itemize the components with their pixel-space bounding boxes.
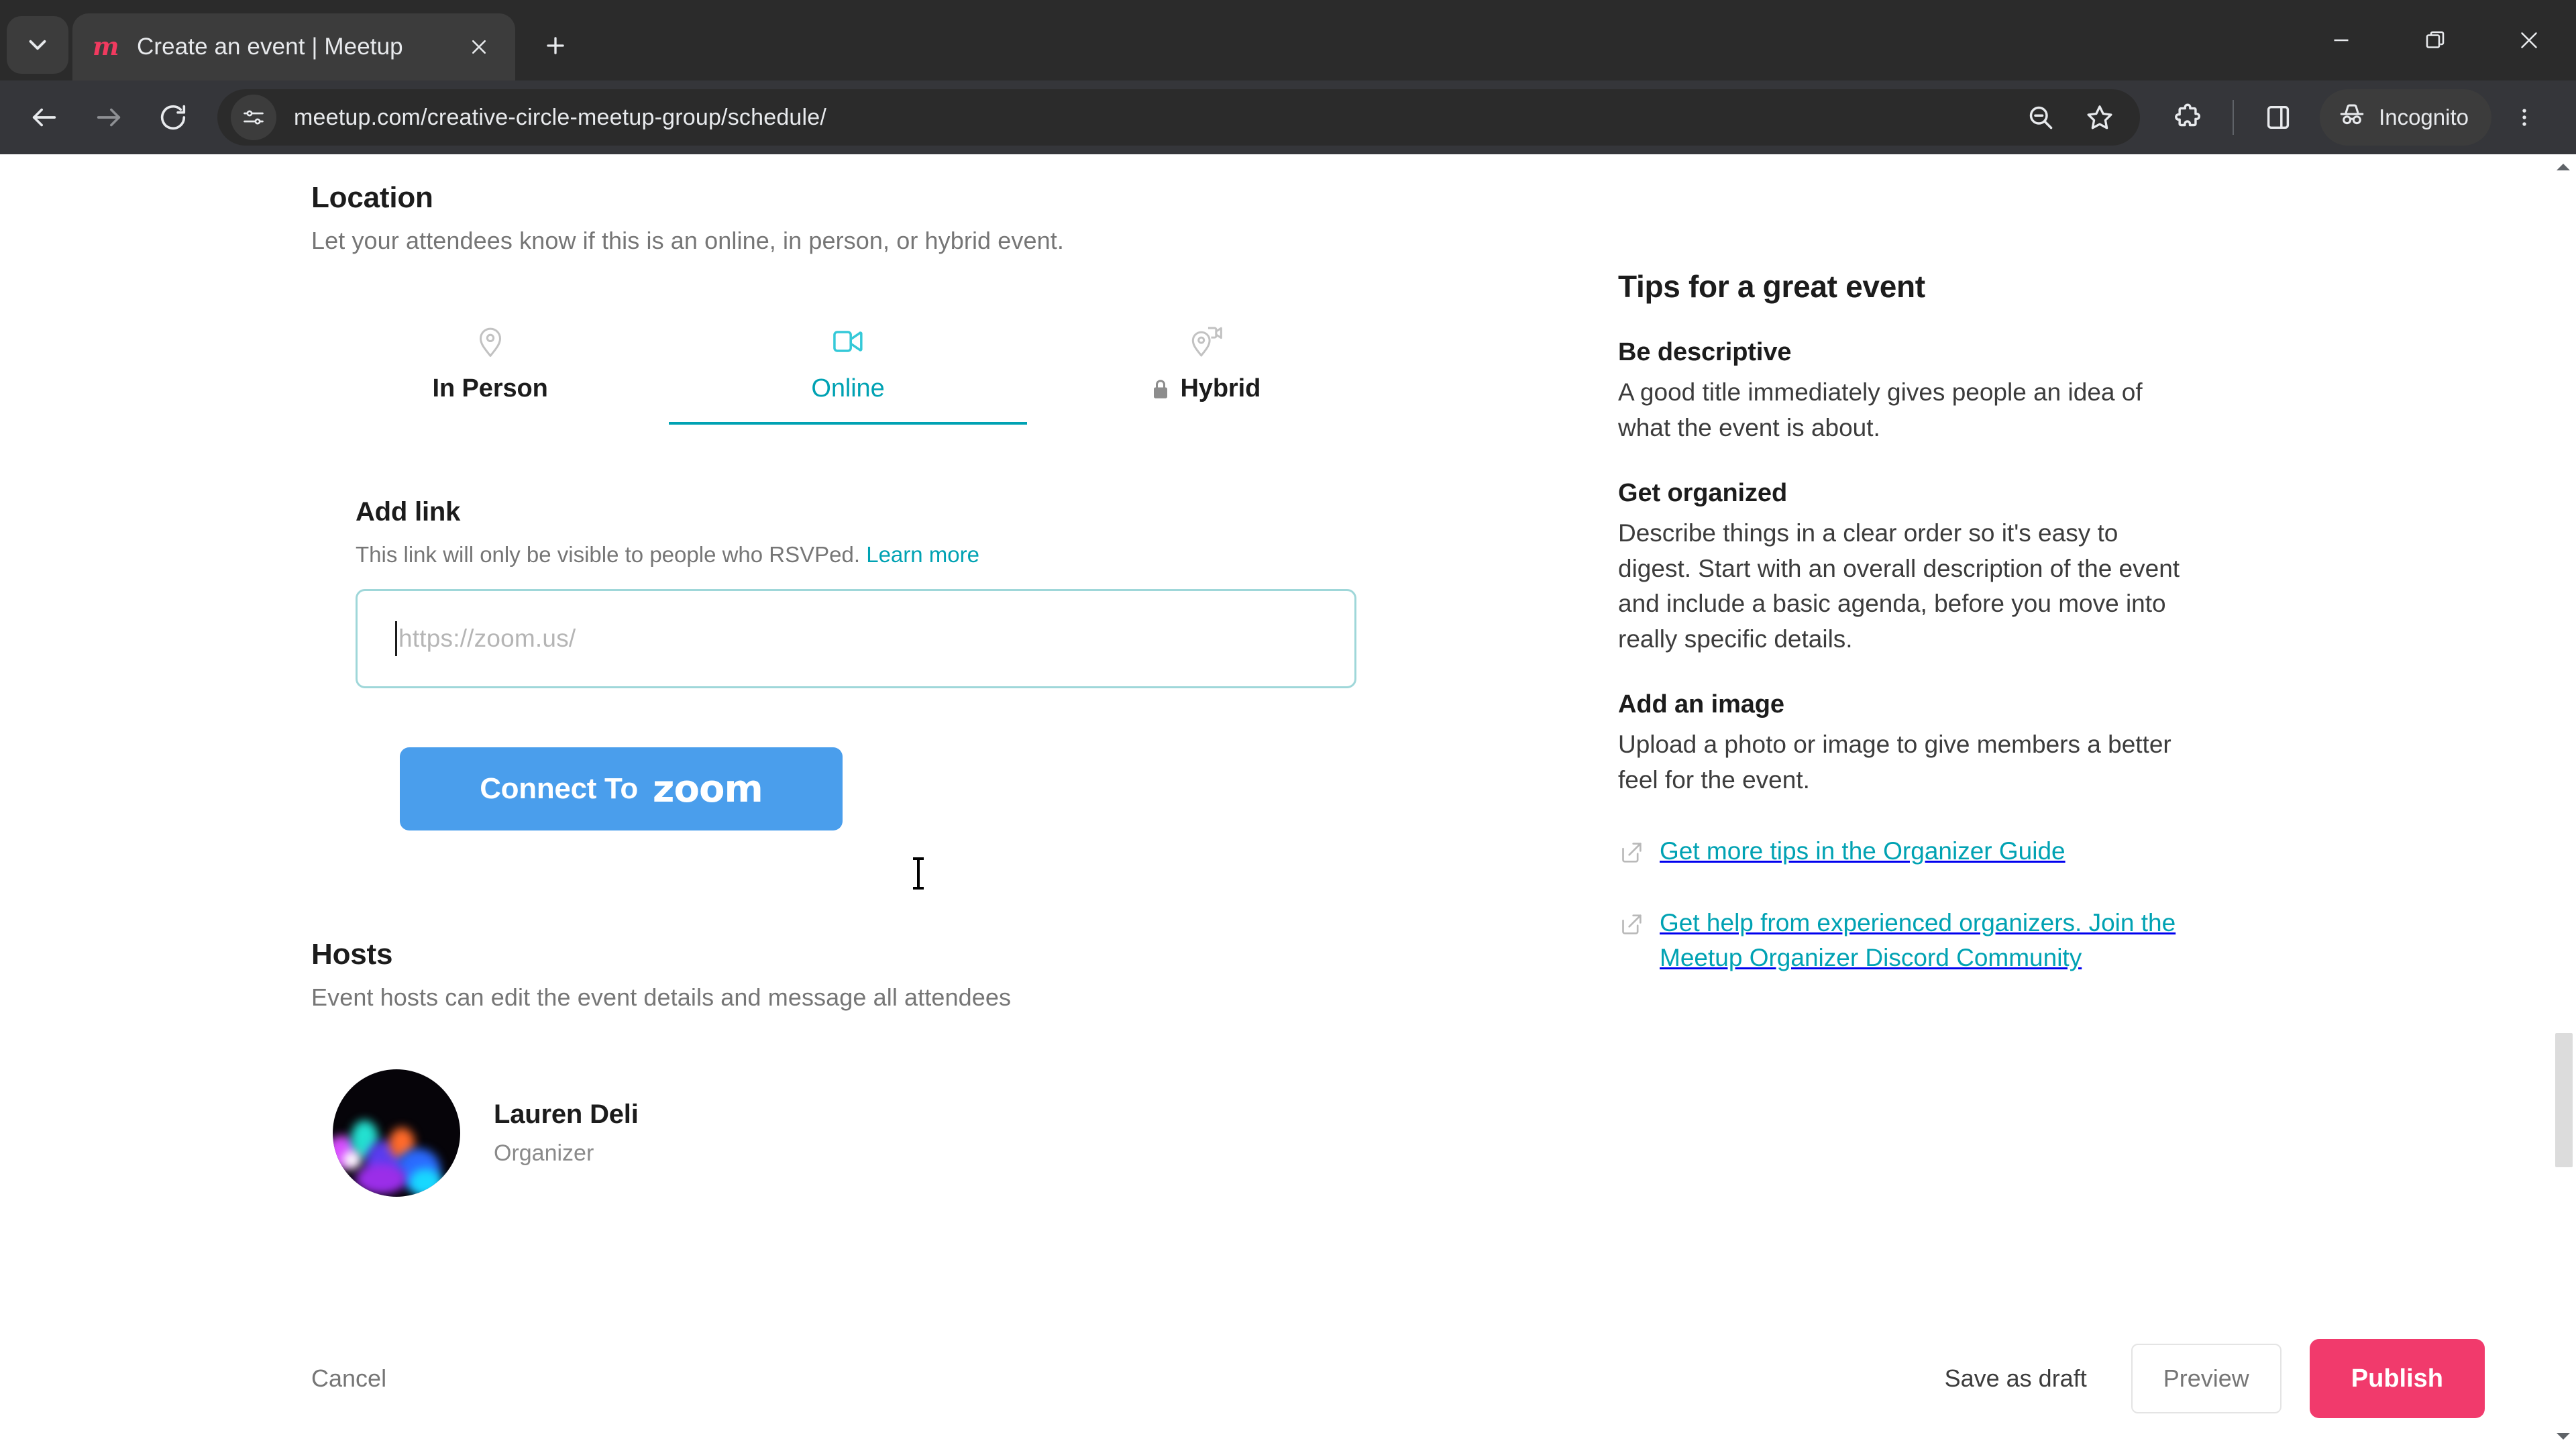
video-camera-icon <box>829 321 867 362</box>
page-viewport: Location Let your attendees know if this… <box>0 154 2576 1449</box>
tip-add-an-image: Add an image Upload a photo or image to … <box>1618 690 2510 798</box>
learn-more-link[interactable]: Learn more <box>866 542 979 567</box>
tab-label-online: Online <box>811 374 885 402</box>
cancel-button[interactable]: Cancel <box>311 1364 386 1393</box>
tab-in-person[interactable]: In Person <box>311 321 669 425</box>
host-details: Lauren Deli Organizer <box>494 1099 639 1167</box>
map-pin-icon <box>472 321 509 362</box>
text-caret <box>395 621 397 656</box>
external-link-icon <box>1622 843 1642 863</box>
incognito-label: Incognito <box>2379 105 2469 129</box>
form-footer: Cancel Save as draft Preview Publish <box>0 1308 2525 1449</box>
meetup-logo-icon: m <box>93 32 122 62</box>
scrollbar-thumb[interactable] <box>2555 1033 2573 1167</box>
hosts-title: Hosts <box>311 938 393 971</box>
browser-window: m Create an event | Meetup meetup.com/cr… <box>0 0 2576 1449</box>
location-type-tabs: In Person Online Hybrid <box>311 321 1385 425</box>
close-icon[interactable] <box>460 28 498 66</box>
extensions-puzzle-icon[interactable] <box>2156 85 2220 150</box>
forward-arrow-icon[interactable] <box>76 85 141 150</box>
tip-heading: Add an image <box>1618 690 1784 719</box>
footer-primary-actions: Save as draft Preview Publish <box>1915 1339 2485 1418</box>
tips-title: Tips for a great event <box>1618 269 1925 304</box>
map-pin-video-icon <box>1187 321 1224 362</box>
tab-label-hybrid-text: Hybrid <box>1180 374 1261 402</box>
tip-body: Describe things in a clear order so it's… <box>1618 519 2180 653</box>
save-as-draft-button[interactable]: Save as draft <box>1915 1344 2116 1413</box>
tune-settings-icon[interactable] <box>231 95 276 140</box>
host-role: Organizer <box>494 1140 594 1166</box>
add-link-title: Add link <box>356 497 461 527</box>
address-bar[interactable]: meetup.com/creative-circle-meetup-group/… <box>217 88 2141 147</box>
organizer-guide-link[interactable]: Get more tips in the Organizer Guide <box>1618 834 2188 869</box>
add-link-section: Add link This link will only be visible … <box>356 497 1583 830</box>
scroll-down-arrow-icon[interactable] <box>2551 1424 2576 1449</box>
browser-toolbar: meetup.com/creative-circle-meetup-group/… <box>0 80 2576 154</box>
maximize-icon[interactable] <box>2388 0 2482 80</box>
location-section-subtitle: Let your attendees know if this is an on… <box>311 227 1064 254</box>
discord-community-link[interactable]: Get help from experienced organizers. Jo… <box>1618 906 2188 976</box>
event-link-input[interactable]: https://zoom.us/ <box>356 589 1356 688</box>
toolbar-divider <box>2233 100 2235 135</box>
connect-to-zoom-button[interactable]: Connect To zoom <box>400 747 843 830</box>
star-icon[interactable] <box>2070 88 2129 147</box>
scroll-up-arrow-icon[interactable] <box>2551 154 2576 180</box>
add-link-helper: This link will only be visible to people… <box>356 542 1583 568</box>
url-text: meetup.com/creative-circle-meetup-group/… <box>294 104 827 130</box>
form-main-column: Location Let your attendees know if this… <box>0 181 1583 1197</box>
zoom-out-magnifier-icon[interactable] <box>2011 88 2070 147</box>
tip-heading: Get organized <box>1618 479 1788 508</box>
zoom-wordmark: zoom <box>652 767 763 811</box>
side-panel-icon[interactable] <box>2246 85 2310 150</box>
svg-text:m: m <box>93 32 119 61</box>
tip-get-organized: Get organized Describe things in a clear… <box>1618 479 2510 657</box>
browser-tab[interactable]: m Create an event | Meetup <box>72 13 515 80</box>
organizer-guide-link-text: Get more tips in the Organizer Guide <box>1660 837 2065 865</box>
new-tab-button[interactable] <box>530 20 581 71</box>
back-arrow-icon[interactable] <box>12 85 76 150</box>
tab-hybrid[interactable]: Hybrid <box>1027 321 1385 425</box>
minimize-icon[interactable] <box>2294 0 2388 80</box>
tab-label-in-person: In Person <box>432 374 548 402</box>
tab-online[interactable]: Online <box>669 321 1027 425</box>
host-name: Lauren Deli <box>494 1099 639 1129</box>
tip-be-descriptive: Be descriptive A good title immediately … <box>1618 338 2510 445</box>
hosts-section: Hosts Event hosts can edit the event det… <box>311 938 1583 1197</box>
tip-body: Upload a photo or image to give members … <box>1618 731 2171 794</box>
close-icon[interactable] <box>2482 0 2576 80</box>
tip-heading: Be descriptive <box>1618 338 1792 366</box>
discord-community-link-text: Get help from experienced organizers. Jo… <box>1660 908 2176 972</box>
incognito-profile-chip[interactable]: Incognito <box>2320 89 2491 146</box>
connect-to-zoom-prefix: Connect To <box>480 772 638 805</box>
window-controls <box>2294 0 2576 80</box>
event-link-placeholder: https://zoom.us/ <box>398 625 576 652</box>
tips-sidebar: Tips for a great event Be descriptive A … <box>1583 181 2551 1197</box>
reload-icon[interactable] <box>141 85 205 150</box>
preview-button[interactable]: Preview <box>2131 1344 2282 1413</box>
tab-label-hybrid: Hybrid <box>1150 374 1260 403</box>
incognito-hat-glasses-icon <box>2337 100 2367 135</box>
publish-button[interactable]: Publish <box>2309 1339 2485 1418</box>
location-section-title: Location <box>311 181 433 214</box>
tip-body: A good title immediately gives people an… <box>1618 378 2143 441</box>
lock-icon <box>1154 379 1168 398</box>
three-dot-menu-icon[interactable] <box>2496 89 2553 146</box>
external-link-icon <box>1622 914 1642 934</box>
host-list-item[interactable]: Lauren Deli Organizer <box>333 1069 1583 1197</box>
create-event-form: Location Let your attendees know if this… <box>0 154 2551 1449</box>
tab-search-chevron-icon[interactable] <box>7 16 68 74</box>
tab-title: Create an event | Meetup <box>137 34 403 60</box>
hosts-subtitle: Event hosts can edit the event details a… <box>311 983 1012 1011</box>
add-link-helper-text: This link will only be visible to people… <box>356 542 861 567</box>
page-scrollbar[interactable] <box>2551 154 2576 1449</box>
avatar <box>333 1069 460 1197</box>
tab-strip: m Create an event | Meetup <box>0 0 2576 80</box>
